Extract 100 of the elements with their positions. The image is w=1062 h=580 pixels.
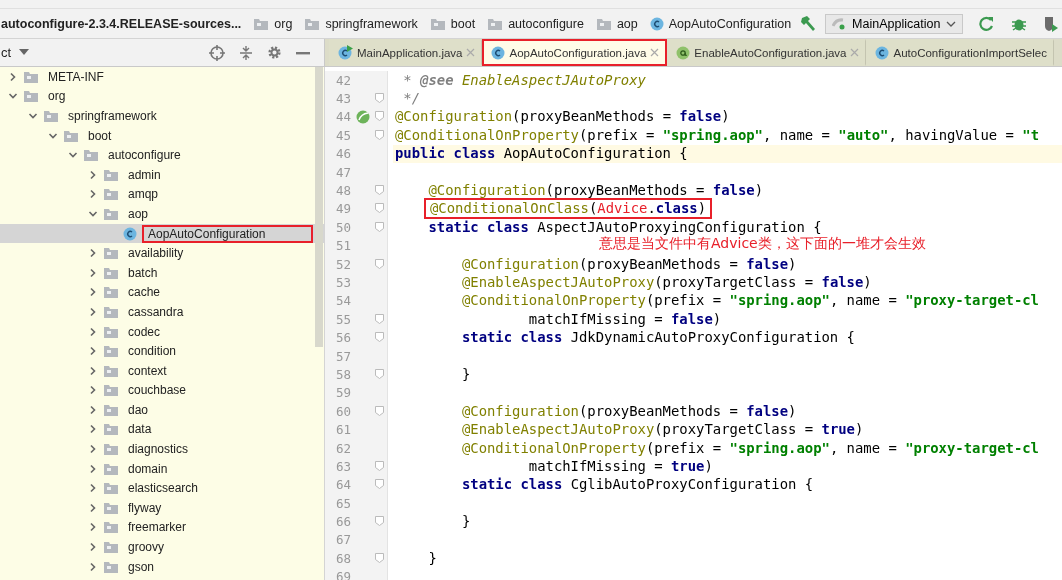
leaf-icon[interactable]: [356, 109, 370, 124]
line-number: 64: [334, 477, 351, 493]
code-line: static class JdkDynamicAutoProxyConfiguration {: [460, 328, 856, 348]
fold-marker-icon[interactable]: [375, 405, 384, 416]
line-number: 43: [334, 91, 351, 107]
tree-item[interactable]: gson: [124, 557, 159, 576]
fold-marker-icon[interactable]: [375, 332, 384, 343]
tree-item[interactable]: amqp: [124, 185, 163, 204]
tree-item[interactable]: condition: [124, 342, 181, 361]
fold-marker-icon[interactable]: [375, 552, 384, 563]
breadcrumb-item[interactable]: aop: [616, 16, 638, 31]
fold-marker-icon[interactable]: [375, 258, 384, 269]
tree-item[interactable]: dao: [124, 400, 153, 419]
code-line: */: [402, 89, 422, 109]
tree-item[interactable]: AopAutoConfiguration: [142, 224, 314, 243]
tree-item[interactable]: couchbase: [124, 381, 191, 400]
tree-item[interactable]: codec: [124, 322, 165, 341]
fold-marker-icon[interactable]: [375, 185, 384, 196]
tree-item[interactable]: admin: [124, 165, 165, 184]
tree-item[interactable]: freemarker: [124, 518, 190, 537]
folder-icon: [103, 402, 119, 417]
tree-item[interactable]: flyway: [124, 498, 166, 517]
tree-item[interactable]: diagnostics: [124, 440, 193, 459]
fold-marker-icon[interactable]: [375, 460, 384, 471]
tree-item[interactable]: boot: [84, 126, 116, 145]
tree-item[interactable]: batch: [124, 263, 162, 282]
tree-item[interactable]: elasticsearch: [124, 479, 203, 498]
fold-marker-icon[interactable]: [375, 479, 384, 490]
fold-marker-icon[interactable]: [375, 203, 384, 214]
tree-item[interactable]: META-INF: [44, 67, 108, 86]
panel-title[interactable]: ct: [0, 45, 12, 60]
line-number: 42: [334, 72, 351, 88]
fold-marker-icon[interactable]: [375, 368, 384, 379]
line-number: 63: [334, 458, 351, 474]
locate-icon[interactable]: [209, 44, 225, 61]
fold-marker-icon[interactable]: [375, 221, 384, 232]
tree-item[interactable]: cache: [124, 283, 165, 302]
run-config-icon: [832, 17, 847, 30]
line-number: 51: [334, 238, 351, 254]
class-icon: [123, 226, 137, 241]
minimize-icon[interactable]: [296, 50, 310, 55]
folder-icon: [103, 206, 119, 221]
run-configuration-dropdown[interactable]: MainApplication: [825, 13, 964, 34]
folder-icon: [103, 442, 119, 457]
folder-icon: [103, 520, 119, 535]
code-line: static class CglibAutoProxyConfiguration {: [460, 475, 815, 495]
code-line: @Configuration(proxyBeanMethods = false): [427, 181, 764, 201]
tree-item[interactable]: groovy: [124, 538, 169, 557]
editor-tab[interactable]: AopAutoConfiguration.java: [482, 39, 668, 66]
folder-icon: [103, 383, 119, 398]
scrollbar[interactable]: [315, 67, 323, 347]
fold-marker-icon[interactable]: [375, 516, 384, 527]
tree-item[interactable]: cassandra: [124, 302, 188, 321]
breadcrumb-item[interactable]: boot: [450, 16, 476, 31]
collapse-all-icon[interactable]: [239, 45, 253, 60]
tree-item[interactable]: domain: [124, 459, 172, 478]
code-line: public class AopAutoConfiguration {: [394, 144, 689, 164]
code-line: }: [460, 512, 472, 532]
code-line: }: [427, 548, 438, 568]
tree-item[interactable]: data: [124, 420, 156, 439]
code-line: @Configuration(proxyBeanMethods = false): [460, 254, 798, 274]
tree-item[interactable]: aop: [124, 204, 153, 223]
line-number: 48: [334, 183, 351, 199]
tree-item[interactable]: context: [124, 361, 171, 380]
fold-marker-icon[interactable]: [375, 93, 384, 104]
tree-item[interactable]: availability: [124, 244, 188, 263]
fold-marker-icon[interactable]: [375, 129, 384, 140]
folder-icon: [103, 285, 119, 300]
breadcrumb-item[interactable]: AopAutoConfiguration: [668, 16, 792, 31]
fold-marker-icon[interactable]: [375, 313, 384, 324]
line-number: 61: [334, 422, 351, 438]
folder-icon: [103, 559, 119, 574]
dropdown-arrow-icon[interactable]: [19, 49, 30, 56]
line-number: 44: [334, 109, 351, 125]
tree-item[interactable]: autoconfigure: [104, 146, 185, 165]
coverage-icon[interactable]: [1043, 15, 1060, 32]
folder-icon: [103, 500, 119, 515]
line-number: 66: [334, 514, 351, 530]
breadcrumb-item[interactable]: springframework: [325, 16, 418, 31]
breadcrumb-item[interactable]: autoconfigure: [508, 16, 584, 31]
line-number: 45: [334, 127, 351, 143]
line-number: 57: [334, 348, 351, 364]
tree-item[interactable]: springframework: [64, 107, 161, 125]
settings-icon[interactable]: [267, 45, 282, 60]
hammer-icon[interactable]: [799, 14, 818, 33]
code-line: @Configuration(proxyBeanMethods = false): [394, 107, 731, 127]
folder-icon: [304, 16, 321, 31]
line-number: 65: [334, 495, 351, 511]
line-number: 58: [334, 366, 351, 382]
line-number: 47: [334, 164, 351, 180]
fold-marker-icon[interactable]: [375, 111, 384, 122]
rerun-icon[interactable]: [979, 15, 996, 32]
tree-item[interactable]: org: [44, 87, 70, 106]
folder-icon: [103, 246, 119, 261]
folder-icon: [23, 89, 39, 104]
code-line: matchIfMissing = true): [527, 456, 714, 476]
line-number: 52: [334, 256, 351, 272]
breadcrumb-item[interactable]: org: [274, 16, 293, 31]
line-number: 54: [334, 293, 351, 309]
project-breadcrumb[interactable]: autoconfigure-2.3.4.RELEASE-sources...: [0, 16, 242, 31]
